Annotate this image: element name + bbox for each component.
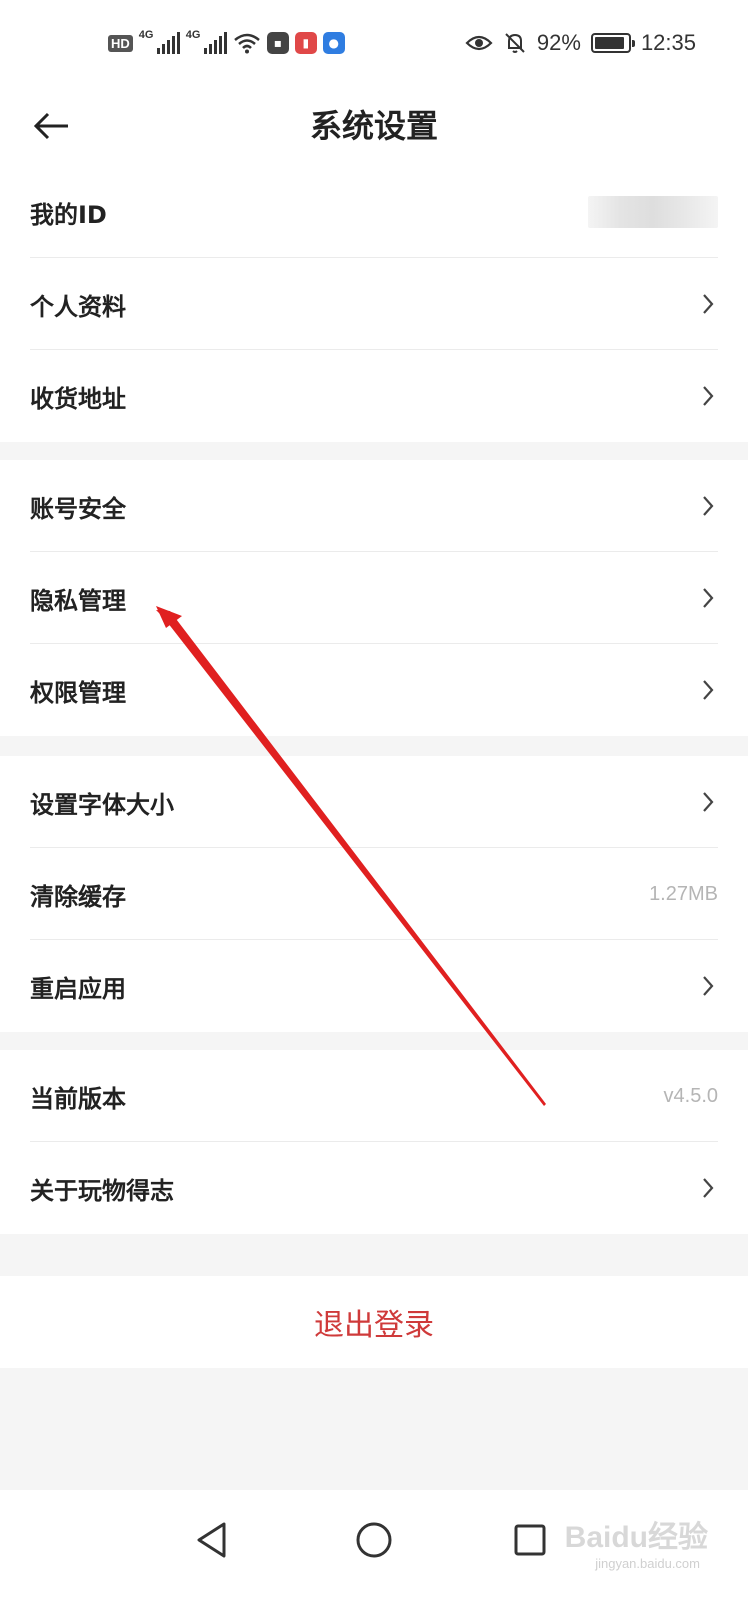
permissions-row[interactable]: 权限管理 <box>0 644 748 736</box>
privacy-row[interactable]: 隐私管理 <box>0 552 748 644</box>
baidu-watermark-url: jingyan.baidu.com <box>595 1556 700 1571</box>
address-row[interactable]: 收货地址 <box>0 350 748 442</box>
battery-percent: 92% <box>536 30 581 55</box>
settings-group-about: 当前版本 v4.5.0 关于玩物得志 <box>0 1050 748 1234</box>
clear-cache-label: 清除缓存 <box>30 882 126 911</box>
chevron-right-icon <box>703 294 714 314</box>
logout-label: 退出登录 <box>314 1308 434 1343</box>
version-value: v4.5.0 <box>663 1084 718 1107</box>
status-bar: HD 4G 4G ▪ ▮ ● 92% 12:35 <box>0 0 748 88</box>
eye-icon <box>465 35 493 51</box>
chevron-right-icon <box>703 1178 714 1198</box>
settings-group-security: 账号安全 隐私管理 权限管理 <box>0 460 748 736</box>
clear-cache-row[interactable]: 清除缓存 1.27MB <box>0 848 748 940</box>
permissions-label: 权限管理 <box>30 678 126 707</box>
cache-size-value: 1.27MB <box>649 882 718 905</box>
my-id-row: 我的ID <box>0 166 748 258</box>
nav-home-button[interactable] <box>344 1510 404 1570</box>
nav-back-button[interactable] <box>182 1510 242 1570</box>
font-size-row[interactable]: 设置字体大小 <box>0 756 748 848</box>
wifi-icon <box>233 33 260 54</box>
about-label: 关于玩物得志 <box>30 1176 174 1205</box>
chevron-right-icon <box>703 496 714 516</box>
clock: 12:35 <box>640 30 696 55</box>
circle-home-icon <box>356 1522 392 1558</box>
bulb-app-icon: ● <box>322 32 345 54</box>
settings-group-account: 我的ID 个人资料 收货地址 <box>0 166 748 442</box>
network-type-2: 4G <box>185 29 201 41</box>
my-id-label: 我的ID <box>30 200 107 229</box>
square-recents-icon <box>514 1524 546 1556</box>
settings-group-app: 设置字体大小 清除缓存 1.27MB 重启应用 <box>0 756 748 1032</box>
about-row[interactable]: 关于玩物得志 <box>0 1142 748 1234</box>
chevron-right-icon <box>703 386 714 406</box>
font-size-label: 设置字体大小 <box>30 790 174 819</box>
chevron-right-icon <box>703 792 714 812</box>
chevron-right-icon <box>703 680 714 700</box>
id-value-blurred <box>588 196 718 228</box>
account-security-row[interactable]: 账号安全 <box>0 460 748 552</box>
signal-icon-2: 4G <box>185 29 227 54</box>
book-app-icon: ▮ <box>294 32 317 54</box>
chevron-right-icon <box>703 588 714 608</box>
hd-badge: HD <box>108 34 133 52</box>
restart-app-label: 重启应用 <box>30 974 126 1003</box>
version-label: 当前版本 <box>30 1084 126 1113</box>
version-row: 当前版本 v4.5.0 <box>0 1050 748 1142</box>
account-security-label: 账号安全 <box>30 494 126 523</box>
triangle-back-icon <box>197 1522 226 1558</box>
page-title: 系统设置 <box>309 107 438 145</box>
chevron-right-icon <box>703 976 714 996</box>
nav-recents-button[interactable] <box>500 1510 560 1570</box>
address-label: 收货地址 <box>30 384 126 413</box>
header: 系统设置 <box>0 88 748 166</box>
battery-icon <box>590 33 635 53</box>
network-type-1: 4G <box>138 29 154 41</box>
logout-button[interactable]: 退出登录 <box>0 1276 748 1368</box>
baidu-watermark: Baidu经验 <box>564 1521 708 1554</box>
signal-icon-1: 4G <box>138 29 180 54</box>
privacy-label: 隐私管理 <box>30 586 126 615</box>
profile-row[interactable]: 个人资料 <box>0 258 748 350</box>
bell-muted-icon <box>505 33 525 53</box>
restart-app-row[interactable]: 重启应用 <box>0 940 748 1032</box>
huawei-app-icon: ▪ <box>266 32 289 54</box>
system-nav-bar: Baidu经验 jingyan.baidu.com <box>0 1490 748 1600</box>
profile-label: 个人资料 <box>30 292 126 321</box>
